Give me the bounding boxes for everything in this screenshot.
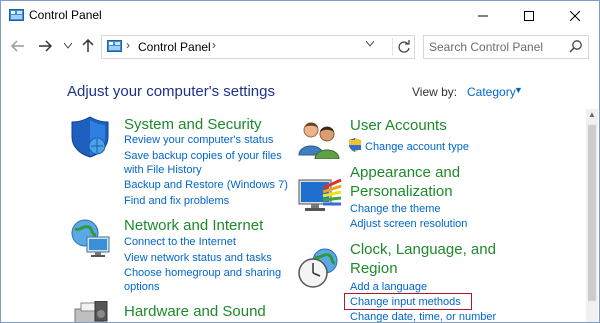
- link-backup-restore[interactable]: Backup and Restore (Windows 7): [124, 178, 288, 192]
- control-panel-icon: [107, 40, 122, 52]
- vertical-scrollbar[interactable]: ▲: [586, 109, 598, 322]
- back-arrow-icon: [11, 40, 24, 52]
- refresh-button[interactable]: [392, 38, 411, 56]
- link-add-language[interactable]: Add a language: [350, 280, 427, 294]
- category-network-internet[interactable]: Network and Internet: [124, 215, 263, 237]
- breadcrumb-chevron-icon[interactable]: ›: [212, 38, 216, 52]
- link-homegroup[interactable]: Choose homegroup and sharing: [124, 266, 281, 280]
- close-button[interactable]: [552, 1, 598, 31]
- link-change-account-type[interactable]: Change account type: [365, 140, 469, 154]
- clock-globe-icon[interactable]: [297, 247, 343, 289]
- title-bar: Control Panel: [1, 1, 599, 31]
- up-button[interactable]: [79, 37, 97, 55]
- category-appearance-line2[interactable]: Personalization: [350, 181, 453, 203]
- search-icon[interactable]: [569, 39, 583, 53]
- search-box[interactable]: Search Control Panel: [423, 35, 589, 59]
- breadcrumb-chevron-icon: ›: [126, 38, 130, 52]
- monitor-paint-icon[interactable]: [297, 176, 343, 216]
- view-by-dropdown[interactable]: Category: [467, 85, 516, 99]
- maximize-icon: [524, 11, 534, 21]
- close-icon: [570, 11, 580, 21]
- scroll-thumb[interactable]: [588, 125, 596, 301]
- uac-shield-icon: [349, 138, 361, 152]
- refresh-icon: [398, 40, 410, 53]
- link-connect-internet[interactable]: Connect to the Internet: [124, 235, 236, 249]
- window-title: Control Panel: [29, 8, 102, 22]
- printer-speaker-icon[interactable]: [71, 301, 111, 323]
- breadcrumb[interactable]: Control Panel: [138, 40, 211, 54]
- users-icon[interactable]: [297, 119, 341, 159]
- minimize-button[interactable]: [460, 1, 506, 31]
- search-input[interactable]: Search Control Panel: [429, 40, 543, 54]
- control-panel-icon: [9, 9, 24, 21]
- maximize-button[interactable]: [506, 1, 552, 31]
- link-review-status[interactable]: Review your computer's status: [124, 133, 273, 147]
- page-title: Adjust your computer's settings: [67, 83, 275, 100]
- shield-icon[interactable]: [69, 115, 111, 159]
- recent-dropdown-icon: [64, 43, 72, 49]
- link-file-history[interactable]: with File History: [124, 163, 202, 177]
- up-arrow-icon: [82, 39, 94, 52]
- control-panel-window: Control Panel › Control Panel › Search C…: [0, 0, 600, 323]
- category-hardware-sound[interactable]: Hardware and Sound: [124, 301, 266, 322]
- link-change-input-methods[interactable]: Change input methods: [350, 295, 461, 309]
- view-by-label: View by:: [412, 85, 458, 99]
- link-change-date-time[interactable]: Change date, time, or number: [350, 310, 496, 322]
- address-bar[interactable]: › Control Panel ›: [101, 35, 415, 59]
- category-clock-line2[interactable]: Region: [350, 258, 398, 280]
- back-button[interactable]: [9, 37, 27, 55]
- forward-arrow-icon: [39, 40, 52, 52]
- network-globe-icon[interactable]: [69, 217, 113, 261]
- category-user-accounts[interactable]: User Accounts: [350, 115, 447, 137]
- link-find-fix[interactable]: Find and fix problems: [124, 194, 229, 208]
- recent-locations-button[interactable]: [59, 37, 77, 55]
- navigation-bar: › Control Panel › Search Control Panel: [1, 31, 599, 61]
- address-dropdown-icon[interactable]: [365, 39, 375, 50]
- link-screen-resolution[interactable]: Adjust screen resolution: [350, 217, 467, 231]
- link-network-status[interactable]: View network status and tasks: [124, 251, 272, 265]
- scroll-up-icon[interactable]: ▲: [586, 109, 598, 121]
- view-by-caret-icon[interactable]: ▼: [514, 85, 523, 95]
- link-save-backup[interactable]: Save backup copies of your files: [124, 149, 282, 163]
- forward-button[interactable]: [36, 37, 54, 55]
- link-change-theme[interactable]: Change the theme: [350, 202, 441, 216]
- minimize-icon: [478, 15, 488, 17]
- link-homegroup-options[interactable]: options: [124, 280, 159, 294]
